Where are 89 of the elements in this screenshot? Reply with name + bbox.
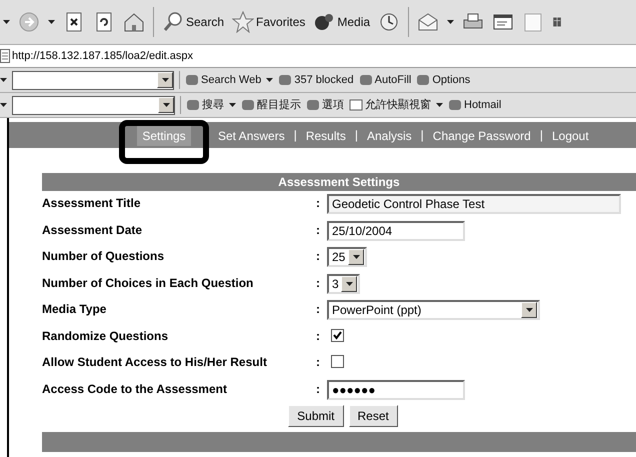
toolbar-button[interactable]: Options: [416, 72, 470, 88]
colon: :: [316, 222, 321, 238]
nav-link[interactable]: Logout: [546, 126, 594, 146]
toolbar-item-icon: [241, 98, 255, 112]
dropdown-caret-icon: [266, 78, 274, 82]
section-header: Assessment Settings: [42, 173, 636, 191]
search-combobox[interactable]: [12, 70, 174, 90]
select-value: 25: [332, 249, 346, 266]
toolbar-button[interactable]: Favorites: [232, 11, 306, 33]
select-field[interactable]: 3: [327, 274, 360, 294]
mail-caret-icon: [447, 20, 454, 24]
colon: :: [316, 354, 321, 371]
toolbar-button[interactable]: 醒目提示: [241, 96, 301, 114]
field-label: Assessment Date: [42, 222, 144, 238]
toolbar-item-icon: [185, 73, 199, 87]
history-icon[interactable]: [378, 11, 400, 33]
toolbar-item-icon: [306, 98, 320, 112]
text-field[interactable]: 25/10/2004: [327, 220, 465, 240]
dropdown-button[interactable]: [158, 96, 174, 112]
caret-icon: [162, 102, 170, 106]
toolbar-item-icon: [448, 98, 462, 112]
checkbox[interactable]: [331, 355, 344, 368]
toolbar-item-icon: [278, 73, 292, 87]
dropdown-button[interactable]: [521, 302, 537, 318]
nav-separator: |: [294, 127, 297, 144]
dropdown-caret-icon: [436, 103, 443, 107]
toolbar-button[interactable]: 允許快顯視窗: [349, 96, 431, 114]
toolbar-caret-icon: [0, 78, 7, 82]
caret-icon: [526, 308, 532, 312]
text-field[interactable]: Geodetic Control Phase Test: [327, 194, 621, 214]
home-icon[interactable]: [123, 11, 145, 33]
colon: :: [316, 301, 321, 318]
select-value: 3: [332, 276, 339, 292]
caret-icon: [346, 282, 352, 286]
caret-icon: [162, 78, 168, 82]
toolbar-button[interactable]: 357 blocked: [278, 72, 354, 88]
field-label: Assessment Title: [42, 195, 142, 212]
back-caret-icon: [3, 20, 10, 24]
toolbar-button[interactable]: AutoFill: [358, 72, 412, 88]
nav-link[interactable]: Change Password: [428, 126, 536, 146]
nav-link[interactable]: Analysis: [362, 126, 417, 146]
toolbar-caret-icon: [0, 103, 7, 107]
dropdown-caret-icon: [229, 103, 236, 107]
nav-link[interactable]: Results: [300, 126, 351, 146]
field-label: Randomize Questions: [42, 328, 170, 344]
form-button[interactable]: Reset: [348, 405, 398, 427]
page-icon: [0, 49, 10, 63]
select-field[interactable]: PowerPoint (ppt): [327, 300, 540, 320]
star-icon: [232, 11, 254, 33]
field-label: Allow Student Access to His/Her Result: [42, 354, 268, 371]
dropdown-button[interactable]: [157, 72, 173, 88]
forward-caret-icon: [48, 20, 55, 24]
toolbar-button[interactable]: Hotmail: [448, 96, 502, 114]
nav-separator: |: [540, 127, 543, 144]
address-url: http://158.132.187.185/loa2/edit.aspx: [12, 48, 194, 64]
field-label: Access Code to the Assessment: [42, 380, 228, 398]
toolbar-button[interactable]: Search: [162, 11, 224, 33]
toolbar-button[interactable]: 搜尋: [186, 96, 224, 114]
toolbar-item-icon: [349, 98, 363, 112]
nav-link[interactable]: Set Answers: [213, 126, 290, 146]
nav-separator: |: [354, 127, 358, 144]
dropdown-button[interactable]: [348, 249, 364, 265]
form-button[interactable]: Submit: [288, 405, 344, 427]
toolbar-item-icon: [416, 73, 430, 87]
media-icon: [313, 11, 336, 33]
search-icon: [162, 11, 184, 33]
toolbar-button[interactable]: Media: [313, 11, 370, 33]
colon: :: [316, 195, 321, 212]
dropdown-button[interactable]: [341, 276, 357, 292]
checkbox[interactable]: [331, 328, 344, 342]
field-label: Number of Questions: [42, 248, 166, 265]
colon: :: [316, 248, 321, 265]
search-combobox[interactable]: [12, 96, 175, 114]
toolbar-button[interactable]: 選項: [306, 96, 344, 114]
caret-icon: [352, 255, 360, 259]
nav-separator: |: [420, 127, 424, 144]
toolbar-button[interactable]: Search Web: [185, 72, 262, 88]
toolbar-item-icon: [358, 73, 373, 87]
mail-icon[interactable]: [417, 11, 440, 33]
password-field[interactable]: ●●●●●●: [327, 380, 465, 400]
colon: :: [316, 380, 321, 398]
select-value: PowerPoint (ppt): [332, 302, 422, 319]
check-icon: [333, 330, 342, 340]
field-label: Number of Choices in Each Question: [42, 274, 254, 292]
field-label: Media Type: [42, 301, 108, 318]
colon: :: [316, 328, 321, 344]
colon: :: [316, 274, 321, 292]
select-field[interactable]: 25: [327, 247, 367, 267]
toolbar-item-icon: [186, 98, 200, 112]
